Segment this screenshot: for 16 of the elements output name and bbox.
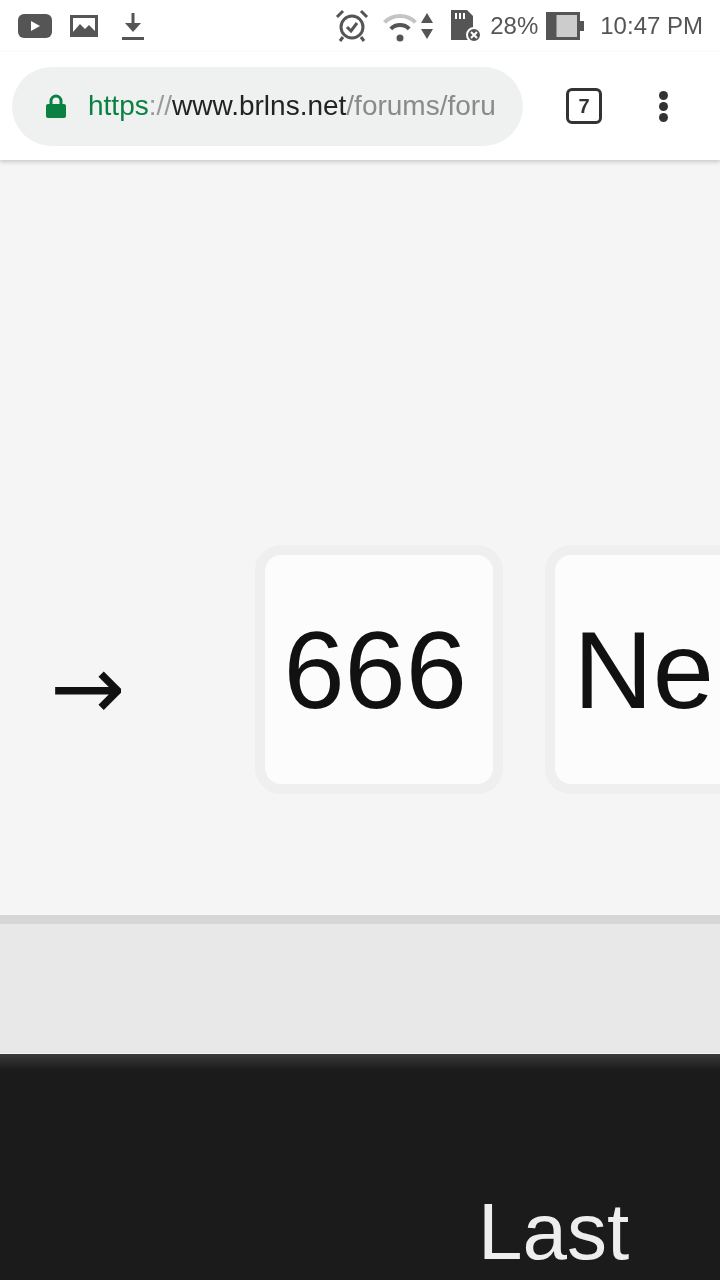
address-bar[interactable]: https://www.brlns.net/forums/foru (12, 66, 523, 146)
page-button[interactable]: Ne (545, 545, 720, 794)
footer-heading: Last (478, 1192, 630, 1272)
alarm-clock-icon (335, 9, 370, 43)
tab-switcher-button[interactable]: 7 (566, 88, 602, 124)
page-arrow-link[interactable]: → (50, 642, 126, 733)
download-icon (122, 12, 144, 40)
page-button[interactable]: 666 (255, 545, 504, 794)
more-menu-icon[interactable] (659, 90, 668, 122)
data-arrows-icon (421, 13, 434, 39)
sd-card-error-icon (448, 9, 483, 43)
battery-percentage: 28% (490, 14, 539, 38)
image-icon (70, 15, 98, 37)
battery-icon (546, 12, 585, 40)
video-play-icon (18, 14, 52, 38)
clock-time: 10:47 PM (600, 14, 703, 38)
